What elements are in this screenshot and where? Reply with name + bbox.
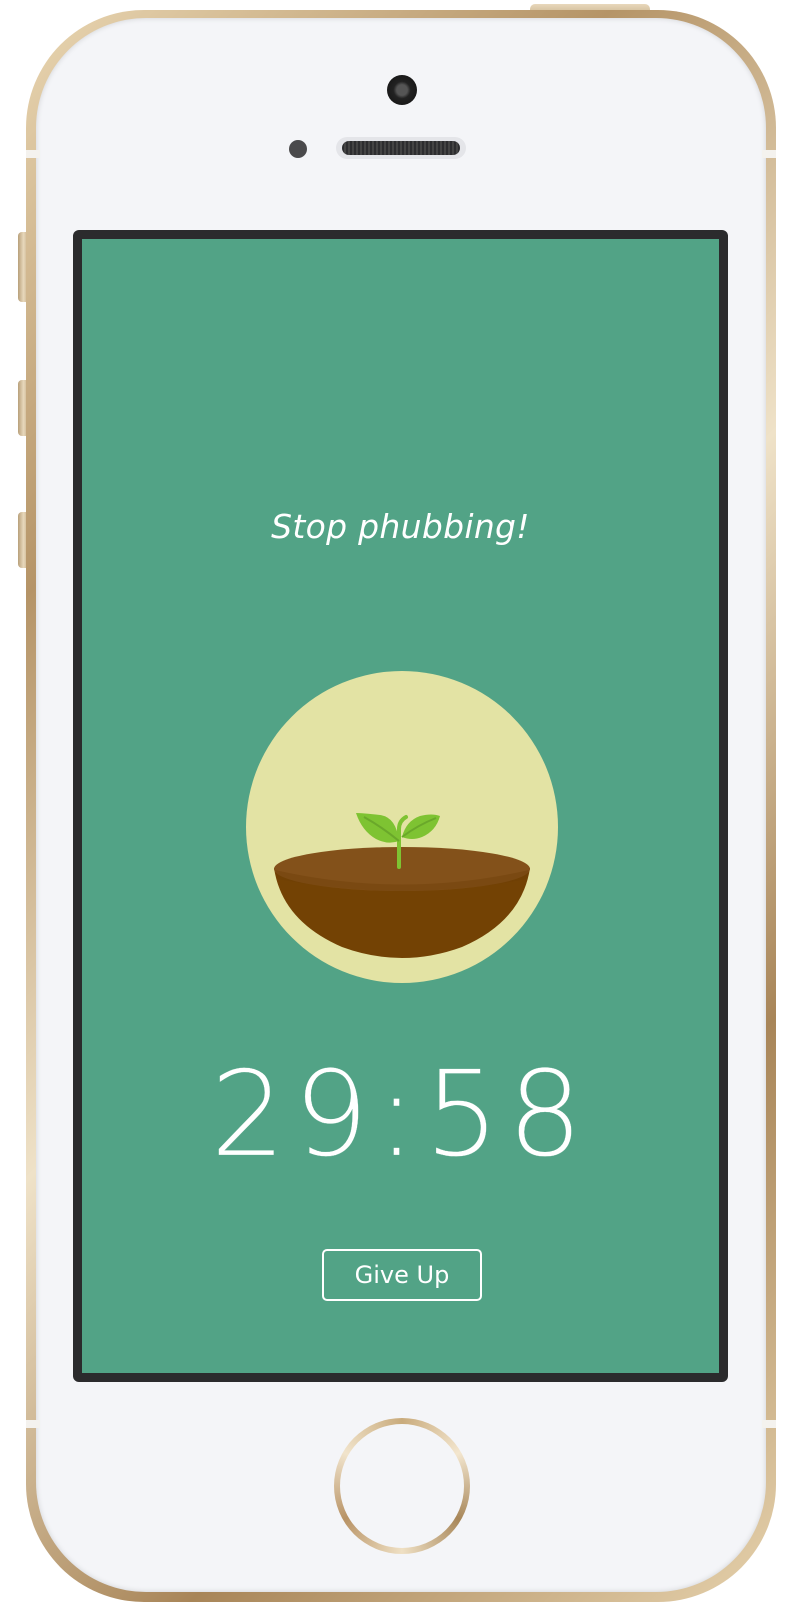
earpiece-speaker — [336, 137, 466, 159]
app-screen: Stop phubbing! 29:58 Give Up — [82, 239, 719, 1373]
front-camera — [387, 75, 417, 105]
motivation-message: Stop phubbing! — [271, 507, 530, 546]
antenna-band — [26, 1420, 40, 1428]
proximity-sensor — [289, 140, 307, 158]
sprout-in-soil-icon — [246, 671, 558, 983]
countdown-timer: 29:58 — [210, 1045, 591, 1183]
antenna-band — [26, 150, 40, 158]
home-button[interactable] — [334, 1418, 470, 1554]
page: Stop phubbing! 29:58 Give Up — [0, 0, 800, 1612]
antenna-band — [762, 150, 776, 158]
antenna-band — [762, 1420, 776, 1428]
give-up-button[interactable]: Give Up — [322, 1249, 482, 1301]
